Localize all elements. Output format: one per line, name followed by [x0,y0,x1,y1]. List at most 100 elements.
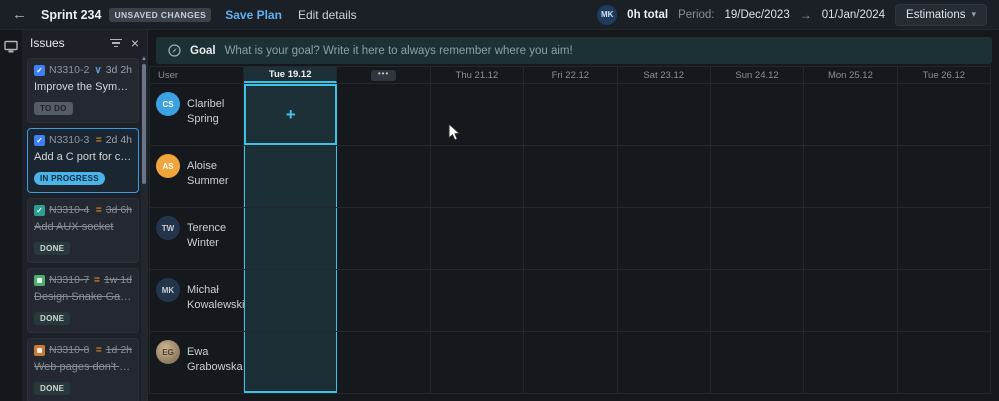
day-cell[interactable] [711,146,805,207]
issue-title: Add AUX socket [34,221,114,233]
close-icon[interactable]: × [131,36,139,50]
day-cell[interactable] [618,208,711,269]
day-cell[interactable] [431,270,525,331]
goal-input[interactable]: Goal What is your goal? Write it here to… [156,37,992,64]
day-cell-selected[interactable]: + [244,84,338,145]
day-cell[interactable] [337,208,431,269]
issue-id: N3310-4 [49,204,90,216]
day-cell[interactable] [804,84,898,145]
day-cell[interactable] [431,208,525,269]
day-cell[interactable] [337,146,431,207]
day-cell[interactable] [244,332,338,393]
issues-scrollbar[interactable]: ▲ [141,56,147,401]
day-cell[interactable] [804,208,898,269]
day-header-thu-21[interactable]: Thu 21.12 [431,67,525,83]
goal-label: Goal [190,44,216,57]
period-start-date[interactable]: 19/Dec/2023 [725,9,790,21]
day-cell[interactable] [804,332,898,393]
scroll-up-icon[interactable]: ▲ [141,56,147,62]
day-cell[interactable] [524,270,618,331]
user-cell: MK Michał Kowalewski [149,270,244,331]
user-row: CS Claribel Spring + [149,84,991,146]
day-cell[interactable] [898,332,991,393]
day-cell[interactable] [337,270,431,331]
user-cell: EG Ewa Grabowska [149,332,244,393]
user-row: EG Ewa Grabowska [149,332,991,394]
day-header-fri-22[interactable]: Fri 22.12 [524,67,618,83]
issue-card[interactable]: ✓ N3310-3 = 2d 4h Add a C port for charg… [27,128,139,193]
day-cell[interactable] [711,84,805,145]
user-column-header: User [149,67,244,83]
goal-placeholder: What is your goal? Write it here to alwa… [224,44,573,57]
issue-checkbox[interactable]: ✓ [34,204,45,216]
day-cell[interactable] [618,84,711,145]
day-cell[interactable] [898,146,991,207]
user-name: Michał Kowalewski [187,284,245,311]
estimations-dropdown[interactable]: Estimations ▾ [895,3,987,26]
issue-estimate: 1w 1d [103,274,132,286]
total-hours: 0h total [627,8,669,21]
user-avatar[interactable]: MK [597,4,618,25]
issue-title: Web pages don't work on de… [34,361,132,373]
day-cell[interactable] [618,332,711,393]
user-cell: AS Aloise Summer [149,146,244,207]
filter-icon[interactable] [110,38,123,48]
day-cell[interactable] [524,208,618,269]
issue-checkbox[interactable]: ✓ [34,134,45,146]
period-end-date[interactable]: 01/Jan/2024 [822,9,885,21]
day-cell[interactable] [337,332,431,393]
user-row: AS Aloise Summer [149,146,991,208]
save-plan-button[interactable]: Save Plan [225,8,282,22]
overflow-menu-icon[interactable]: ••• [370,69,397,81]
day-cell[interactable] [431,332,525,393]
day-cell[interactable] [524,146,618,207]
user-name: Aloise Summer [187,160,229,187]
issue-type-icon[interactable] [34,274,45,286]
day-cell[interactable] [524,84,618,145]
issue-card[interactable]: N3310-7 = 1w 1d Design Snake Game on Unr… [27,268,139,333]
day-cell[interactable] [431,84,525,145]
day-cell[interactable] [804,146,898,207]
day-cell[interactable] [898,208,991,269]
day-cell[interactable] [804,270,898,331]
issue-card[interactable]: N3310-8 = 1d 2h Web pages don't work on … [27,338,139,401]
day-header-sat-23[interactable]: Sat 23.12 [618,67,711,83]
day-cell[interactable] [244,146,338,207]
day-header-tue-19[interactable]: Tue 19.12 [244,67,338,83]
backlog-board-icon[interactable] [4,40,18,54]
issue-card[interactable]: ✓ N3310-2 ∨ 3d 2h Improve the Symbian op… [27,58,139,123]
day-cell[interactable] [898,270,991,331]
day-cell[interactable] [618,270,711,331]
issue-title: Design Snake Game on Unre… [34,291,132,303]
issue-id: N3310-3 [49,134,90,146]
day-cell[interactable] [711,208,805,269]
edit-details-button[interactable]: Edit details [298,8,357,22]
status-badge: TO DO [34,102,73,115]
estimations-label: Estimations [906,8,966,21]
day-cell[interactable] [618,146,711,207]
issue-type-icon[interactable] [34,344,45,356]
issue-card[interactable]: ✓ N3310-4 = 3d 6h Add AUX socket DONE [27,198,139,263]
day-cell[interactable] [244,208,338,269]
day-cell[interactable] [711,332,805,393]
day-cell[interactable] [524,332,618,393]
day-cell[interactable] [711,270,805,331]
day-cell[interactable] [431,146,525,207]
day-header-tue-26[interactable]: Tue 26.12 [898,67,991,83]
user-cell: TW Terence Winter [149,208,244,269]
back-icon[interactable]: ← [12,6,27,23]
status-badge: DONE [34,242,71,255]
day-cell[interactable] [898,84,991,145]
issue-id: N3310-8 [49,344,90,356]
day-header-wed-20[interactable]: ••• [337,67,431,83]
issue-title: Improve the Symbian operati… [34,81,132,93]
day-cell[interactable] [337,84,431,145]
issue-checkbox[interactable]: ✓ [34,64,45,76]
day-header-sun-24[interactable]: Sun 24.12 [711,67,805,83]
day-cell[interactable] [244,270,338,331]
calendar-header-row: User Tue 19.12 ••• Thu 21.12 Fri 22.12 S… [149,66,991,84]
avatar-photo: EG [156,340,180,364]
scrollbar-thumb[interactable] [142,64,146,184]
issue-estimate: 3d 2h [105,64,132,76]
day-header-mon-25[interactable]: Mon 25.12 [804,67,898,83]
